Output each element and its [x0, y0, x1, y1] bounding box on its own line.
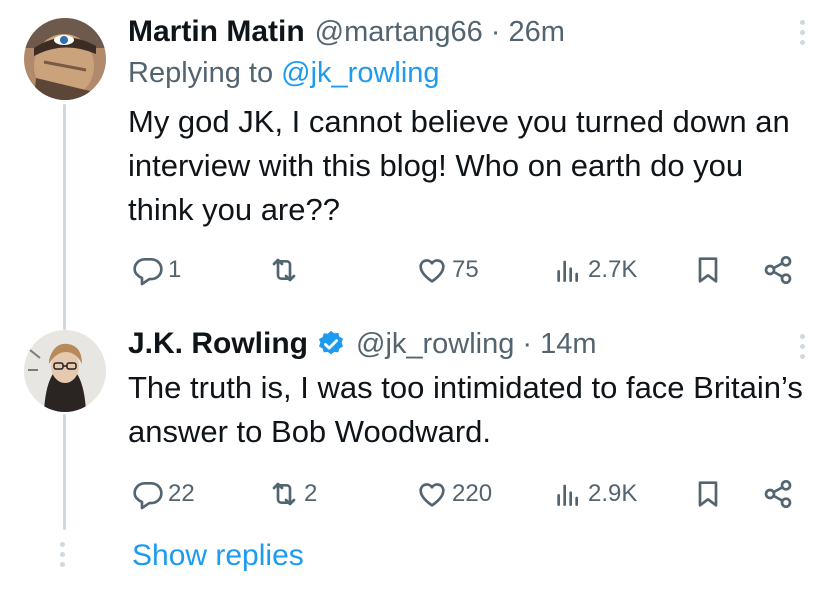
reply-icon: [133, 482, 163, 510]
bookmark-button[interactable]: [692, 250, 724, 290]
tweet-time[interactable]: 26m: [508, 16, 564, 49]
retweet-button[interactable]: [268, 250, 304, 290]
tweet-martin-matin[interactable]: Martin Matin @martang66 · 26m Replying t…: [128, 12, 814, 286]
display-name[interactable]: Martin Matin: [128, 15, 305, 49]
like-count: 75: [452, 256, 479, 283]
replying-to-link[interactable]: @jk_rowling: [281, 57, 439, 89]
tweet-actions: 1 75 2.7K: [128, 250, 814, 290]
retweet-icon: [272, 258, 296, 282]
reply-count: 1: [168, 256, 182, 283]
views-button[interactable]: 2.9K: [552, 474, 637, 514]
more-icon[interactable]: [790, 12, 814, 52]
reply-count: 22: [168, 480, 195, 507]
user-handle[interactable]: @martang66: [315, 16, 483, 49]
like-icon: [419, 483, 445, 507]
views-button[interactable]: 2.7K: [552, 250, 637, 290]
share-icon: [764, 480, 792, 508]
reply-button[interactable]: 1: [132, 250, 181, 290]
display-name[interactable]: J.K. Rowling: [128, 327, 308, 361]
more-icon[interactable]: [790, 326, 814, 366]
tweet-text: My god JK, I cannot believe you turned d…: [128, 104, 790, 227]
reply-icon: [133, 258, 163, 286]
separator-dot: ·: [490, 15, 501, 48]
views-count: 2.7K: [588, 256, 638, 283]
tweet-jk-rowling[interactable]: J.K. Rowling @jk_rowling · 14m The truth…: [128, 324, 814, 510]
tweet-text: The truth is, I was too intimidated to f…: [128, 370, 803, 449]
replying-to: Replying to @jk_rowling: [128, 52, 814, 94]
verified-badge-icon[interactable]: [316, 329, 346, 359]
tweet-time[interactable]: 14m: [540, 328, 596, 361]
retweet-count: 2: [304, 480, 318, 507]
views-icon: [557, 260, 578, 282]
like-button[interactable]: 220: [416, 474, 492, 514]
bookmark-button[interactable]: [692, 474, 724, 514]
user-avatar-icon: [24, 18, 106, 100]
bookmark-icon: [698, 481, 718, 507]
reply-thread: Martin Matin @martang66 · 26m Replying t…: [0, 0, 838, 600]
tweet-header: J.K. Rowling @jk_rowling · 14m: [128, 324, 814, 364]
share-icon: [764, 255, 792, 284]
thread-line: [63, 414, 66, 530]
views-icon: [557, 484, 578, 506]
avatar-martin-matin[interactable]: [24, 18, 106, 100]
like-count: 220: [452, 480, 493, 507]
tweet-actions: 22 2 220 2.9K: [128, 474, 814, 514]
more-replies-dots-icon: [60, 542, 65, 567]
share-button[interactable]: [762, 250, 794, 290]
user-handle[interactable]: @jk_rowling: [356, 328, 514, 361]
bookmark-icon: [698, 257, 718, 283]
separator-dot: ·: [522, 327, 533, 360]
like-icon: [419, 259, 445, 283]
tweet-header: Martin Matin @martang66 · 26m: [128, 12, 814, 52]
avatar-jk-rowling[interactable]: [24, 330, 106, 412]
share-button[interactable]: [762, 474, 794, 514]
show-replies-link[interactable]: Show replies: [132, 536, 304, 576]
retweet-icon: [272, 482, 296, 506]
retweet-button[interactable]: 2: [268, 474, 317, 514]
like-button[interactable]: 75: [416, 250, 479, 290]
replying-to-label: Replying to: [128, 57, 282, 89]
views-count: 2.9K: [588, 480, 638, 507]
thread-line: [63, 104, 66, 330]
user-avatar-icon: [24, 330, 106, 412]
reply-button[interactable]: 22: [132, 474, 195, 514]
